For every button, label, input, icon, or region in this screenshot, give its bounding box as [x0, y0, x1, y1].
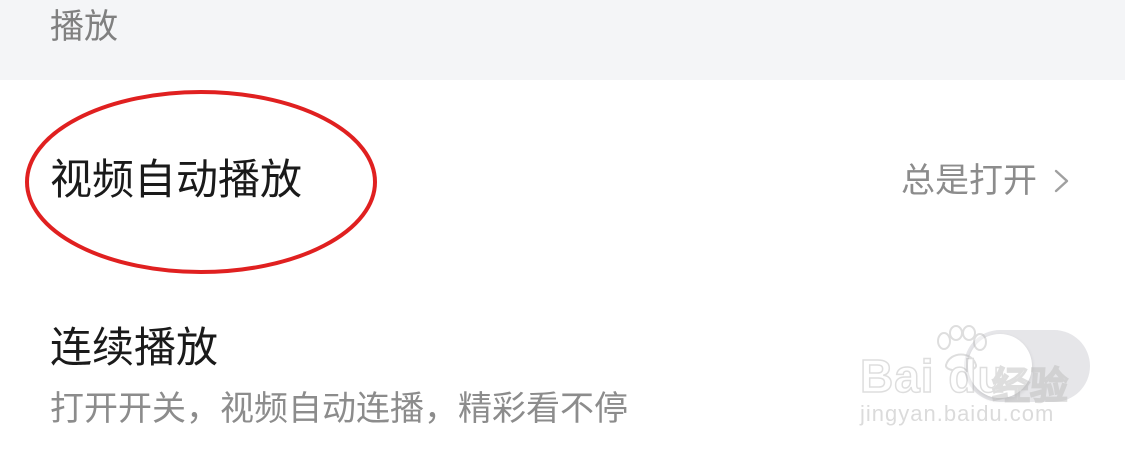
continuous-play-description: 打开开关，视频自动连播，精彩看不停 [50, 389, 628, 429]
section-title: 播放 [50, 7, 118, 47]
setting-row-video-autoplay[interactable]: 视频自动播放 总是打开 [0, 80, 1125, 280]
video-autoplay-label: 视频自动播放 [50, 155, 303, 204]
toggle-knob [968, 334, 1032, 398]
section-header: 播放 [0, 0, 1125, 80]
setting-row-continuous-play: 连续播放 打开开关，视频自动连播，精彩看不停 [0, 280, 1125, 454]
video-autoplay-value: 总是打开 [901, 161, 1037, 201]
continuous-play-label: 连续播放 [50, 323, 219, 372]
continuous-play-toggle[interactable] [964, 330, 1090, 402]
chevron-right-icon [1054, 169, 1069, 193]
